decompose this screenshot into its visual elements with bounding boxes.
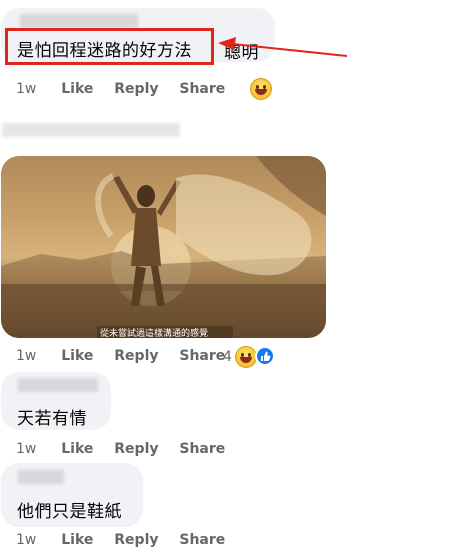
- laughing-emoji-icon[interactable]: [250, 78, 272, 100]
- blurred-author-name-3: [18, 378, 98, 392]
- like-link[interactable]: Like: [61, 532, 93, 548]
- blurred-author-name-2: [2, 123, 180, 137]
- like-link[interactable]: Like: [61, 441, 93, 457]
- image-subtitle: 從未嘗試過這樣溝通的感覺: [100, 329, 209, 338]
- reply-link[interactable]: Reply: [114, 348, 158, 364]
- comment-timestamp[interactable]: 1w: [16, 441, 36, 457]
- reaction-count[interactable]: 4: [223, 349, 232, 365]
- comment-actions-2: 1w Like Reply Share: [16, 348, 225, 364]
- comment-actions-1: 1w Like Reply Share: [16, 81, 225, 97]
- reply-link[interactable]: Reply: [114, 81, 158, 97]
- comment-image[interactable]: 從未嘗試過這樣溝通的感覺: [1, 156, 326, 338]
- share-link[interactable]: Share: [179, 348, 225, 364]
- like-link[interactable]: Like: [61, 348, 93, 364]
- comment-timestamp[interactable]: 1w: [16, 81, 36, 97]
- like-thumb-icon[interactable]: [255, 346, 275, 366]
- blurred-author-name-4: [18, 470, 64, 484]
- comment-text: 他們只是鞋紙: [17, 502, 122, 522]
- comment-timestamp[interactable]: 1w: [16, 532, 36, 548]
- like-link[interactable]: Like: [61, 81, 93, 97]
- comment-actions-4: 1w Like Reply Share: [16, 532, 225, 548]
- share-link[interactable]: Share: [179, 81, 225, 97]
- comment-actions-3: 1w Like Reply Share: [16, 441, 225, 457]
- comment-text: 天若有情: [17, 409, 87, 429]
- annotation-arrow-icon: [218, 37, 348, 57]
- reply-link[interactable]: Reply: [114, 441, 158, 457]
- laughing-emoji-icon[interactable]: [235, 346, 257, 368]
- share-link[interactable]: Share: [179, 441, 225, 457]
- share-link[interactable]: Share: [179, 532, 225, 548]
- comment-timestamp[interactable]: 1w: [16, 348, 36, 364]
- reply-link[interactable]: Reply: [114, 532, 158, 548]
